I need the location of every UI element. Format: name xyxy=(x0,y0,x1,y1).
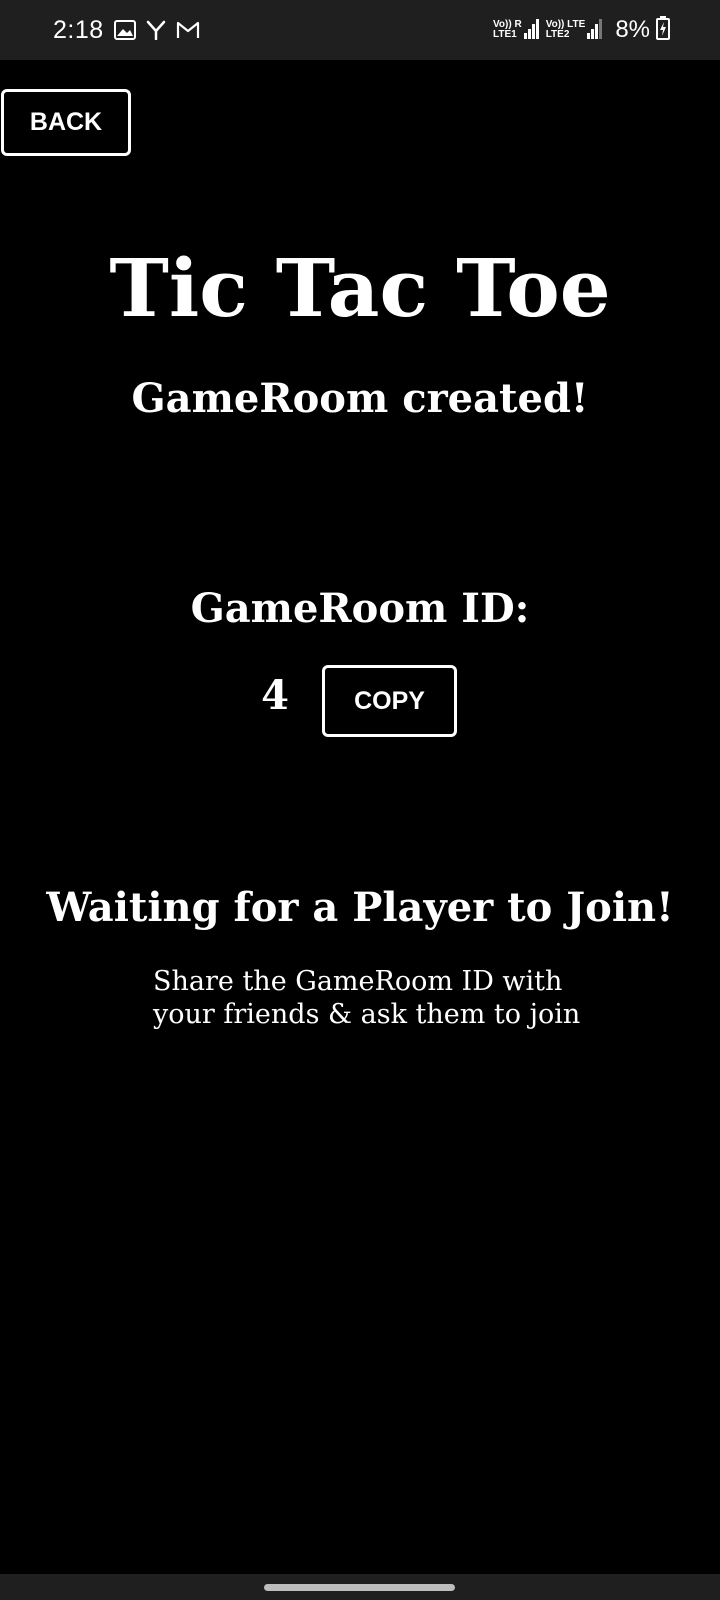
signal-icon xyxy=(523,17,540,44)
share-line-1: Share the GameRoom ID with xyxy=(153,966,563,997)
gameroom-id-label: GameRoom ID: xyxy=(190,585,530,632)
status-bar: 2:18 Vo)) R LTE1 Vo)) LTE LTE2 8% xyxy=(0,0,720,60)
gameroom-id-value: 4 xyxy=(261,672,289,719)
gmail-icon xyxy=(176,20,200,40)
signal-icon xyxy=(587,17,603,44)
sim2-signal: Vo)) LTE LTE2 xyxy=(546,17,604,44)
status-time: 2:18 xyxy=(53,15,104,44)
gesture-handle[interactable] xyxy=(264,1584,455,1591)
sim2-bottom-label: LTE2 xyxy=(545,29,570,40)
copy-button[interactable]: COPY xyxy=(322,665,457,737)
page-title: Tic Tac Toe xyxy=(109,241,611,335)
status-right: Vo)) R LTE1 Vo)) LTE LTE2 8% xyxy=(493,0,670,60)
status-left: 2:18 xyxy=(53,0,200,60)
sim1-signal: Vo)) R LTE1 xyxy=(493,17,540,44)
image-icon xyxy=(113,20,136,40)
battery-charging-icon xyxy=(656,15,670,45)
battery-percentage: 8% xyxy=(615,16,650,43)
waiting-message: Waiting for a Player to Join! xyxy=(46,884,674,931)
sim1-bottom-label: LTE1 xyxy=(492,29,517,40)
share-line-2: your friends & ask them to join xyxy=(153,999,581,1030)
y-app-icon xyxy=(146,20,166,40)
share-instructions: Share the GameRoom ID with your friends … xyxy=(153,965,633,1031)
room-created-message: GameRoom created! xyxy=(131,375,589,422)
back-button[interactable]: BACK xyxy=(1,89,131,156)
